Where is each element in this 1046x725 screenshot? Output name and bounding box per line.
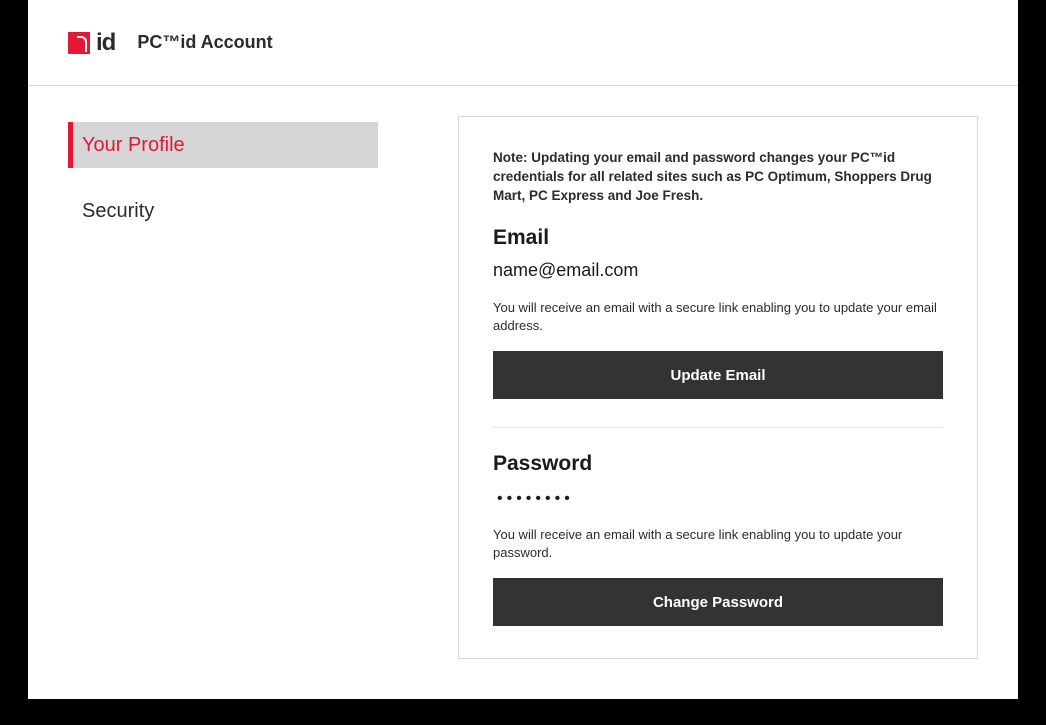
brand-logo: id xyxy=(68,29,115,57)
change-password-button[interactable]: Change Password xyxy=(493,578,943,626)
app-title: PC™id Account xyxy=(137,32,272,53)
content-area: Your Profile Security Note: Updating you… xyxy=(28,86,1018,659)
password-section-title: Password xyxy=(493,452,943,476)
password-masked-value: •••••••• xyxy=(497,490,943,508)
email-helper-text: You will receive an email with a secure … xyxy=(493,299,943,335)
section-divider xyxy=(493,427,943,428)
sidebar-item-label: Security xyxy=(82,200,154,223)
email-value: name@email.com xyxy=(493,260,943,281)
update-email-button[interactable]: Update Email xyxy=(493,351,943,399)
sidebar-item-label: Your Profile xyxy=(82,134,185,157)
app-window: id PC™id Account Your Profile Security N… xyxy=(28,0,1018,699)
sidebar-item-your-profile[interactable]: Your Profile xyxy=(68,122,378,168)
topbar: id PC™id Account xyxy=(28,0,1018,86)
email-section-title: Email xyxy=(493,226,943,250)
sidebar: Your Profile Security xyxy=(68,116,408,659)
password-helper-text: You will receive an email with a secure … xyxy=(493,526,943,562)
pc-logo-icon xyxy=(68,32,90,54)
info-note: Note: Updating your email and password c… xyxy=(493,149,943,206)
profile-panel: Note: Updating your email and password c… xyxy=(458,116,978,659)
sidebar-item-security[interactable]: Security xyxy=(68,188,378,234)
logo-text: id xyxy=(96,29,115,57)
